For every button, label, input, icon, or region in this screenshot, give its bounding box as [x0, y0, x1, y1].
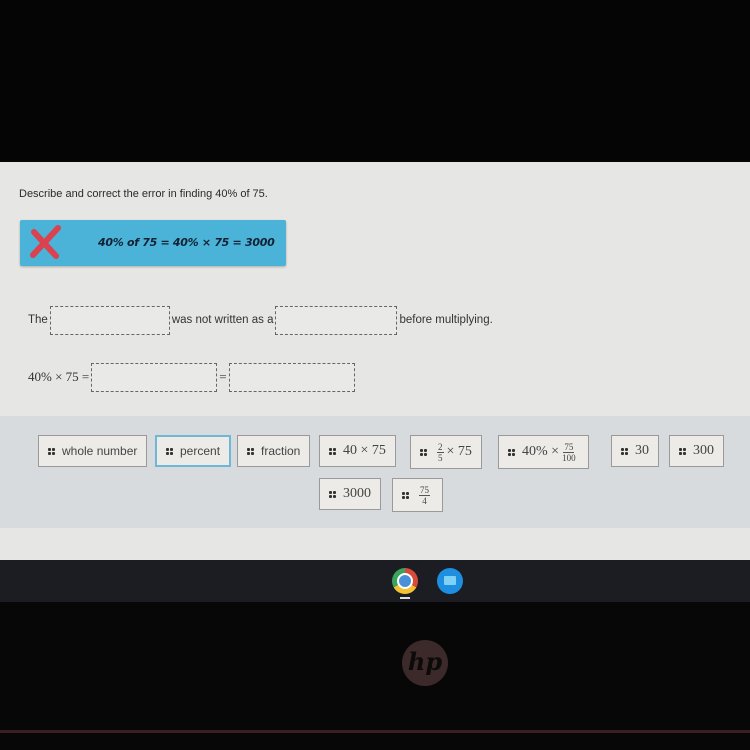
- chip-label: 40 × 75: [343, 443, 386, 458]
- chip-label: 300: [693, 443, 714, 458]
- fraction-numerator: 75: [563, 441, 575, 453]
- chip-label: × 75: [446, 444, 472, 459]
- answer-chip-whole-number[interactable]: whole number: [38, 435, 148, 467]
- fraction-numerator: 2: [437, 441, 444, 453]
- drop-zone-2[interactable]: [275, 305, 398, 335]
- drop-zone-1[interactable]: [49, 305, 170, 335]
- drag-handle-icon: [679, 447, 686, 455]
- drag-handle-icon: [166, 447, 173, 455]
- fraction: 2 5: [437, 442, 444, 463]
- chrome-icon[interactable]: [392, 568, 418, 594]
- fraction-denominator: 5: [438, 452, 443, 463]
- sentence-text-2: was not written as a: [171, 314, 274, 326]
- laptop-bezel: [0, 602, 750, 750]
- drag-handle-icon: [329, 447, 336, 455]
- hp-logo: hp: [402, 640, 448, 686]
- answer-chip-30[interactable]: 30: [611, 435, 659, 467]
- chip-label: 30: [635, 443, 649, 458]
- chip-label: percent: [180, 444, 221, 458]
- answer-chip-40pct-times-75-over-100[interactable]: 40% × 75 100: [498, 435, 589, 469]
- active-app-indicator: [400, 597, 410, 599]
- answer-chip-3000[interactable]: 3000: [319, 478, 381, 510]
- answer-chip-two-fifths-times-75[interactable]: 2 5 × 75: [410, 435, 482, 469]
- question-screen: Describe and correct the error in findin…: [0, 162, 750, 560]
- fraction: 75 100: [562, 442, 576, 463]
- question-prompt: Describe and correct the error in findin…: [19, 188, 268, 200]
- equation-equals: =: [219, 369, 227, 384]
- drag-handle-icon: [402, 491, 409, 499]
- drag-handle-icon: [508, 448, 515, 456]
- answer-chip-fraction[interactable]: fraction: [237, 435, 311, 467]
- fraction-denominator: 100: [562, 452, 576, 463]
- error-work-equation: 40% of 75 = 40% × 75 = 3000: [98, 236, 275, 249]
- fill-in-sentence: The was not written as a before multiply…: [28, 304, 493, 336]
- equation-lhs: 40% × 75 =: [28, 369, 90, 384]
- drop-zone-4[interactable]: [228, 362, 355, 392]
- chip-label: fraction: [261, 444, 301, 458]
- files-icon[interactable]: [437, 568, 463, 594]
- drag-handle-icon: [48, 447, 55, 455]
- drop-zone-3[interactable]: [91, 362, 218, 392]
- x-mark-icon: [30, 225, 61, 259]
- answer-bank: whole number percent fraction 40 × 75 2 …: [0, 416, 750, 528]
- answer-chip-percent[interactable]: percent: [155, 435, 232, 467]
- error-work-card: 40% of 75 = 40% × 75 = 3000: [20, 220, 286, 266]
- bezel-edge: [0, 730, 750, 733]
- answer-chip-75-over-4[interactable]: 75 4: [392, 478, 443, 512]
- drag-handle-icon: [420, 448, 427, 456]
- chip-label: 3000: [343, 486, 371, 501]
- answer-chip-300[interactable]: 300: [669, 435, 724, 467]
- drag-handle-icon: [621, 447, 628, 455]
- fraction: 75 4: [419, 485, 430, 506]
- os-taskbar: [0, 560, 750, 602]
- chip-label: 40% ×: [522, 444, 560, 459]
- fraction-numerator: 75: [419, 484, 430, 496]
- answer-chip-40-times-75[interactable]: 40 × 75: [319, 435, 396, 467]
- chip-label: whole number: [62, 444, 138, 458]
- drag-handle-icon: [247, 447, 254, 455]
- sentence-text-3: before multiplying.: [399, 314, 493, 326]
- sentence-text-1: The: [28, 314, 48, 326]
- correction-equation: 40% × 75 = =: [28, 361, 357, 393]
- fraction-denominator: 4: [422, 495, 427, 506]
- drag-handle-icon: [329, 490, 336, 498]
